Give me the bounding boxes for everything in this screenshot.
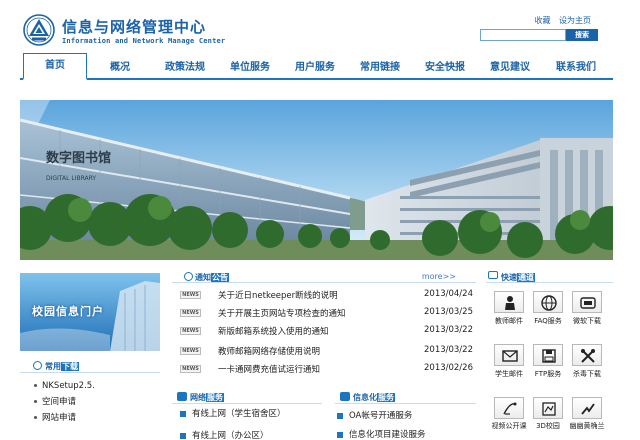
video-course-tile[interactable]: [494, 397, 524, 419]
search-input[interactable]: [480, 29, 566, 41]
nav-contact[interactable]: 联系我们: [556, 58, 596, 73]
news-item[interactable]: NEWS 教师邮箱网络存储使用说明 2013/03/22: [180, 343, 474, 359]
info-service-title: 信息化服务: [353, 393, 395, 402]
fast-channel-icon: [488, 271, 498, 279]
news-badge-icon: NEWS: [180, 327, 201, 335]
campus-3d-icon: [542, 402, 556, 416]
download-item[interactable]: 空间申请: [34, 394, 159, 410]
nav-policies[interactable]: 政策法规: [165, 58, 205, 73]
search-box: 搜索: [480, 29, 598, 41]
library-photo: 数字图书馆 DIGITAL LIBRARY: [20, 100, 613, 260]
main-nav: 首页 概况 政策法规 单位服务 用户服务 常用链接 安全快报 意见建议 联系我们: [20, 53, 613, 80]
news-badge-icon: NEWS: [180, 365, 201, 373]
info-service-item[interactable]: OA帐号开通服务: [337, 411, 412, 421]
notice-section-icon: [184, 272, 193, 281]
tile-label[interactable]: 杀毒下载: [564, 369, 610, 379]
news-badge-icon: NEWS: [180, 309, 201, 317]
news-date: 2013/03/22: [424, 345, 473, 355]
faq-tile[interactable]: [533, 291, 563, 313]
more-link[interactable]: more>>: [422, 272, 456, 281]
news-item[interactable]: NEWS 新版邮箱系统投入使用的通知 2013/03/22: [180, 323, 474, 339]
network-service-item[interactable]: 有线上网（办公区）: [180, 431, 269, 440]
forum-tile[interactable]: [572, 397, 602, 419]
notice-header: 通知公告 more>>: [172, 268, 476, 283]
nav-unit-services[interactable]: 单位服务: [230, 58, 270, 73]
portal-label: 校园信息门户: [32, 305, 104, 318]
campus-portal-banner[interactable]: 校园信息门户: [20, 273, 160, 351]
news-title[interactable]: 关于近日netkeeper断线的说明: [218, 289, 338, 301]
bookmark-link[interactable]: 收藏: [534, 16, 550, 25]
nav-security[interactable]: 安全快报: [425, 58, 465, 73]
info-service-header: 信息化服务: [335, 390, 476, 404]
download-section-icon: [33, 361, 42, 370]
microsoft-download-icon: [580, 297, 596, 309]
center-logo-icon[interactable]: [23, 14, 55, 46]
news-badge-icon: NEWS: [180, 291, 201, 299]
antivirus-tile[interactable]: [572, 344, 602, 366]
campus-3d-tile[interactable]: [533, 397, 563, 419]
teacher-mail-tile[interactable]: [494, 291, 524, 313]
ftp-tile[interactable]: [533, 344, 563, 366]
banner-sign-cn: 数字图书馆: [46, 150, 111, 166]
fast-channel: 快速通道 教师邮件 FAQ服务 微软下载 学生邮件 FTP服务 杀毒下载 视频公…: [486, 268, 613, 440]
tile-label[interactable]: 幽幽黄桷兰: [564, 421, 610, 431]
info-service-item[interactable]: 信息化项目建设服务: [337, 430, 426, 440]
quick-download-title: 常用下载: [45, 362, 79, 371]
top-links: 收藏 设为主页: [528, 15, 591, 26]
teacher-mail-icon: [505, 296, 515, 310]
site-title: 信息与网络管理中心: [62, 18, 207, 36]
antivirus-icon: [581, 349, 595, 363]
download-item[interactable]: 网站申请: [34, 410, 159, 426]
network-service-item[interactable]: 有线上网（学生宿舍区）: [180, 409, 310, 419]
network-service-title: 网络服务: [190, 393, 224, 402]
news-title[interactable]: 一卡通网费充值试运行通知: [218, 363, 320, 375]
news-title[interactable]: 关于开展主页网站专项检查的通知: [218, 307, 346, 319]
student-mail-tile[interactable]: [494, 344, 524, 366]
tile-label[interactable]: 微软下载: [564, 316, 610, 326]
nav-links[interactable]: 常用链接: [360, 58, 400, 73]
left-column: 校园信息门户 常用下载 NKSetup2.5. 空间申请 网站申请: [20, 273, 160, 440]
microsoft-download-tile[interactable]: [572, 291, 602, 313]
news-column: 通知公告 more>> NEWS 关于近日netkeeper断线的说明 2013…: [172, 268, 476, 440]
banner-sign-en: DIGITAL LIBRARY: [46, 175, 96, 182]
fast-channel-header: 快速通道: [486, 268, 613, 283]
forum-icon: [581, 403, 595, 415]
news-date: 2013/03/22: [424, 325, 473, 335]
news-date: 2013/04/24: [424, 289, 473, 299]
banner-image: 数字图书馆 DIGITAL LIBRARY: [20, 100, 613, 260]
info-service-icon: [340, 392, 350, 401]
faq-icon: [541, 295, 557, 311]
download-list: NKSetup2.5. 空间申请 网站申请: [34, 378, 159, 426]
quick-download-header: 常用下载: [20, 359, 160, 373]
network-service-header: 网络服务: [172, 390, 322, 404]
news-badge-icon: NEWS: [180, 347, 201, 355]
ftp-icon: [542, 349, 556, 363]
notice-title: 通知公告: [195, 273, 229, 282]
nav-home[interactable]: 首页: [23, 53, 87, 80]
network-icon: [177, 392, 187, 401]
video-course-icon: [503, 402, 517, 415]
news-item[interactable]: NEWS 关于开展主页网站专项检查的通知 2013/03/25: [180, 305, 474, 321]
site-subtitle: Information and Network Manage Center: [62, 37, 226, 45]
nav-feedback[interactable]: 意见建议: [490, 58, 530, 73]
nav-user-services[interactable]: 用户服务: [295, 58, 335, 73]
news-title[interactable]: 新版邮箱系统投入使用的通知: [218, 325, 329, 337]
student-mail-icon: [502, 350, 518, 362]
news-item[interactable]: NEWS 一卡通网费充值试运行通知 2013/02/26: [180, 361, 474, 377]
fast-channel-title: 快速通道: [501, 273, 535, 282]
download-item[interactable]: NKSetup2.5.: [34, 378, 159, 394]
set-homepage-link[interactable]: 设为主页: [559, 16, 591, 25]
news-date: 2013/02/26: [424, 363, 473, 373]
news-item[interactable]: NEWS 关于近日netkeeper断线的说明 2013/04/24: [180, 287, 474, 303]
site-header: 信息与网络管理中心 Information and Network Manage…: [0, 0, 640, 50]
news-title[interactable]: 教师邮箱网络存储使用说明: [218, 345, 320, 357]
news-date: 2013/03/25: [424, 307, 473, 317]
nav-overview[interactable]: 概况: [110, 58, 130, 73]
search-button[interactable]: 搜索: [566, 29, 598, 41]
